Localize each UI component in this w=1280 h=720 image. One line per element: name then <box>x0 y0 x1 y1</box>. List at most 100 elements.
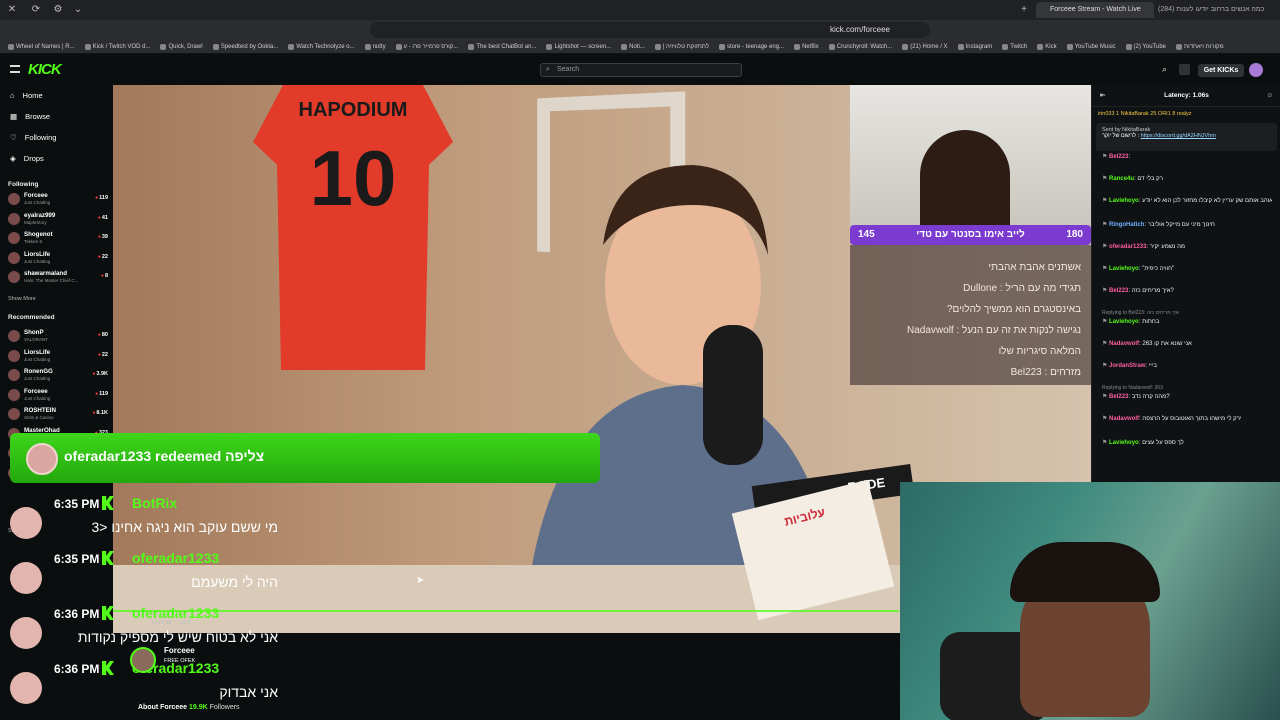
chat-username[interactable]: Laviehoyo <box>1109 266 1139 272</box>
refresh-icon[interactable]: ⟳ <box>30 4 42 16</box>
chat-username[interactable]: Bel223 <box>1109 154 1128 160</box>
avatar <box>8 369 20 381</box>
bookmark[interactable]: nutty <box>364 40 386 53</box>
bookmark[interactable]: מקורות ויאחדות <box>1176 40 1224 53</box>
bookmark[interactable]: (2) YouTube <box>1125 40 1166 53</box>
chat-username[interactable]: Bel223 <box>1109 288 1128 294</box>
sidebar-channel[interactable]: ForceeeJust Chatting 119 <box>6 190 110 208</box>
chat-username[interactable]: JordanStraw <box>1109 363 1145 369</box>
chat-message[interactable]: ⚑ Bel223: איך מריחים כזה? <box>1102 287 1272 296</box>
pinned-message[interactable]: Sent by NikitaBarak לרשום של יוקר : http… <box>1096 123 1277 151</box>
get-kicks-button[interactable]: Get KICKs <box>1198 64 1244 77</box>
bookmark[interactable]: Lightshot — screen... <box>546 40 611 53</box>
recommended-title: Recommended <box>8 314 55 321</box>
chat-message[interactable]: ⚑ RingoHatich: חינוך מיני עם מייקל אוליב… <box>1102 221 1272 230</box>
bookmark[interactable]: (21) Home / X <box>902 40 948 53</box>
avatar <box>26 443 58 475</box>
library-icon[interactable] <box>1179 64 1190 75</box>
chat-message[interactable]: ⚑ Laviehoyo: ראנס אוהב אותם שק עריין לא … <box>1102 197 1272 206</box>
chat-username[interactable]: Laviehoyo <box>1109 198 1139 204</box>
chat-message[interactable]: ⚑ Bel223: מהה קרה נדב? <box>1102 393 1272 402</box>
chat-message[interactable]: ⚑ Rance4u: רק בלי דם <box>1102 175 1272 184</box>
chevron-down-icon[interactable]: ⌄ <box>72 4 84 16</box>
chat-username[interactable]: Laviehoyo <box>1109 440 1139 446</box>
sidebar-channel[interactable]: eyalraz999MapleStory 41 <box>6 210 110 228</box>
bookmark[interactable]: Quick, Draw! <box>160 40 203 53</box>
bookmark[interactable]: YouTube Music <box>1066 40 1116 53</box>
progress-bar[interactable] <box>113 610 899 612</box>
badge-icon: ⚑ <box>1102 288 1110 294</box>
browser-toolbar: kick.com/forceee <box>0 20 1280 40</box>
chat-username[interactable]: Rance4u <box>1109 176 1134 182</box>
sidebar-item-drops[interactable]: ◈ Drops <box>10 154 44 163</box>
bookmark-label: nutty <box>372 43 386 50</box>
chat-username[interactable]: RingoHatich <box>1109 222 1144 228</box>
badge-icon: ⚑ <box>1102 154 1110 160</box>
chat-text: 263 אני שונא את קו <box>1142 341 1192 347</box>
menu-icon[interactable] <box>10 65 20 73</box>
show-more-button[interactable]: Show More <box>8 296 36 302</box>
bookmark-icon <box>621 43 628 50</box>
sidebar-channel[interactable]: shawarmalandHalo: The Master Chief C... 8 <box>6 268 110 286</box>
bookmark-icon <box>364 43 371 50</box>
tab-active[interactable]: Forceee Stream - Watch Live <box>1036 2 1154 18</box>
pinned-link[interactable]: https://discord.gg/dA2HNJVhm <box>1141 133 1216 139</box>
sidebar-channel[interactable]: ForceeeJust Chatting 119 <box>6 386 110 404</box>
chat-message[interactable]: ⚑ Laviehoyo: בחתות <box>1102 318 1272 327</box>
bookmark[interactable]: קורס פרמייר פרו - ע... <box>395 40 458 53</box>
sidebar-channel[interactable]: ROSHTEINSlots & Casino 8.1K <box>6 405 110 423</box>
sidebar-item-browse[interactable]: ▦ Browse <box>10 112 50 121</box>
bookmark[interactable]: Watch Technolyze o... <box>288 40 355 53</box>
chat-username[interactable]: Nadavwolf <box>1109 341 1139 347</box>
bookmark[interactable]: The best ChatBot an... <box>468 40 536 53</box>
chat-text: מה נשמע יקיר <box>1149 244 1186 250</box>
chat-message[interactable]: ⚑ Bel223: <box>1102 153 1272 162</box>
sidebar-item-label: Following <box>24 133 57 142</box>
new-tab-icon[interactable]: + <box>1018 4 1030 16</box>
search-input[interactable]: Search <box>540 63 742 77</box>
bookmark[interactable]: Twitch <box>1002 40 1027 53</box>
chat-message[interactable]: ⚑ JordanStraw: בייי <box>1102 362 1272 371</box>
bookmark[interactable]: Speedtest by Ookla... <box>212 40 278 53</box>
sidebar-channel[interactable]: ShogenotTekken 8 39 <box>6 229 110 247</box>
search-icon[interactable]: ⌕ <box>1162 64 1167 75</box>
sidebar-channel[interactable]: ShonPVALORANT 80 <box>6 327 110 345</box>
collapse-chat-icon[interactable]: ⇤ <box>1100 85 1105 107</box>
about-label: About Forceee <box>138 704 188 711</box>
bookmark[interactable]: Noti... <box>621 40 645 53</box>
sidebar-item-following[interactable]: ♡ Following <box>10 133 56 142</box>
bookmark[interactable]: Wheel of Names | R... <box>8 40 75 53</box>
sidebar-channel[interactable]: LiorsLifeJust Chatting 22 <box>6 347 110 365</box>
bookmark[interactable]: Instagram <box>957 40 992 53</box>
bookmark[interactable]: Netflix <box>794 40 819 53</box>
avatar[interactable] <box>1249 63 1263 77</box>
chat-message[interactable]: ⚑ Nadavwolf: ירק לי מישהו בתוך האוטובוס … <box>1102 415 1272 424</box>
chat-message[interactable]: ⚑ Nadavwolf: 263 אני שונא את קו <box>1102 340 1272 349</box>
chat-username[interactable]: Laviehoyo <box>1109 319 1139 325</box>
settings-icon[interactable]: ⚙ <box>52 4 64 16</box>
sidebar-channel[interactable]: LiorsLifeJust Chatting 22 <box>6 249 110 267</box>
chat-message[interactable]: ⚑ oferadar1233: מה נשמע יקיר <box>1102 243 1272 252</box>
close-icon[interactable]: ✕ <box>6 4 18 16</box>
heart-icon: ♡ <box>10 133 17 142</box>
chat-message[interactable]: ⚑ Laviehoyo: "חוויה כיפית" <box>1102 265 1272 274</box>
address-bar[interactable]: kick.com/forceee <box>370 22 930 38</box>
bookmark[interactable]: Kick / Twitch VOD d... <box>84 40 150 53</box>
bookmark[interactable]: store - teenage eng... <box>719 40 784 53</box>
chat-message[interactable]: ⚑ Laviehoyo: לך ספס על עצים <box>1102 439 1272 448</box>
streamer-hair <box>1010 542 1160 602</box>
sidebar-channel[interactable]: RonenGGJust Chatting 3.9K <box>6 366 110 384</box>
avatar[interactable] <box>130 647 156 673</box>
sidebar-item-home[interactable]: ⌂ Home <box>10 91 43 100</box>
chat-username[interactable]: Nadavwolf <box>1109 416 1139 422</box>
bookmark[interactable]: Crunchyroll: Watch... <box>828 40 892 53</box>
bookmark[interactable]: Kick <box>1037 40 1057 53</box>
bookmark[interactable]: | לתחזוקת טלוויזיה <box>654 40 709 53</box>
chat-username[interactable]: oferadar1233 <box>1109 244 1146 250</box>
chat-username[interactable]: Bel223 <box>1109 394 1128 400</box>
users-icon[interactable]: ☺ <box>1266 85 1273 107</box>
bookmark-label: Kick <box>1045 43 1057 50</box>
kick-logo[interactable]: KICK <box>28 61 62 78</box>
tab-other[interactable]: (284) כמה אנשים ברחוב יודעו לענות <box>1158 2 1278 18</box>
streamer-name[interactable]: Forceee <box>164 646 195 655</box>
